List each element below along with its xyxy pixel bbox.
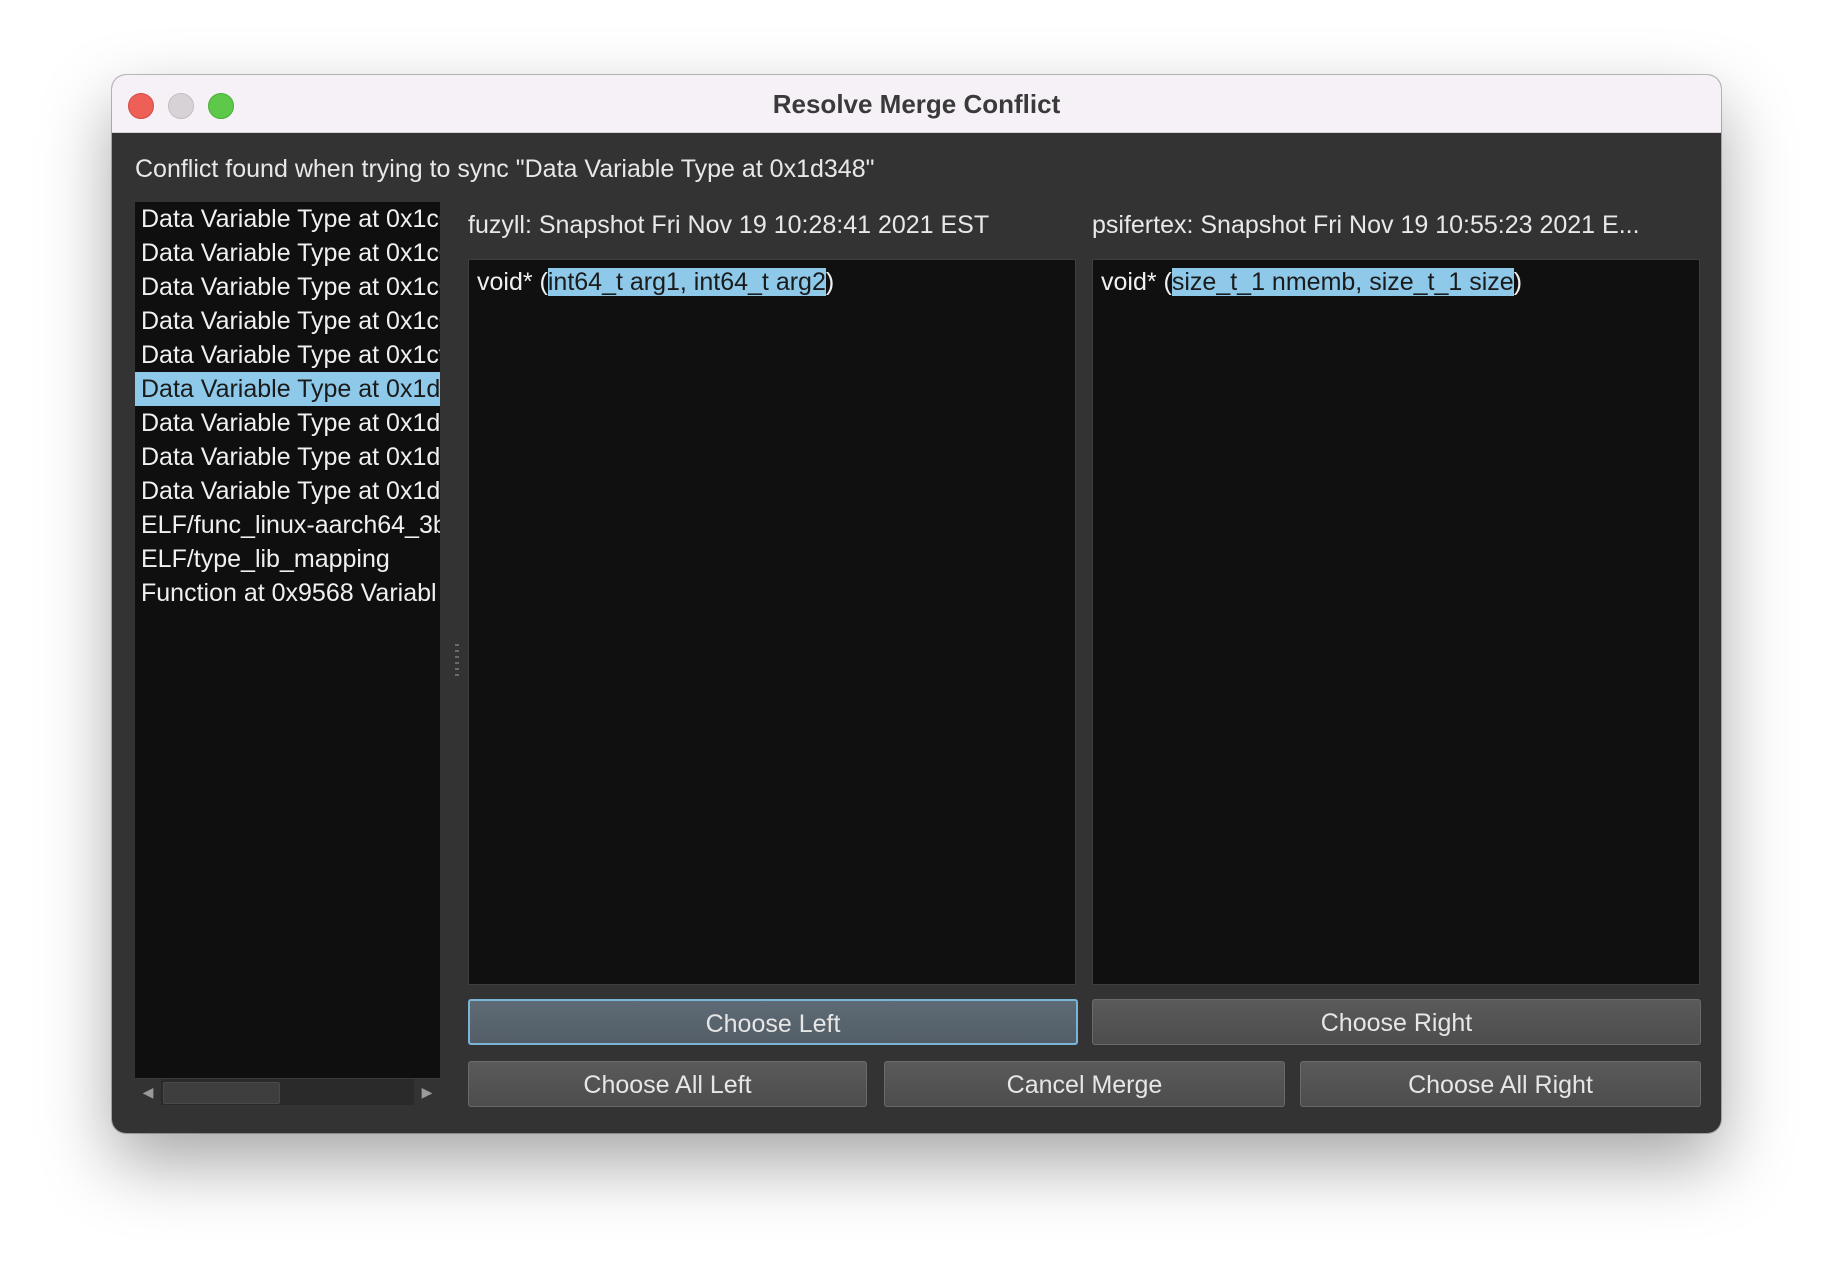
conflict-list-item[interactable]: Data Variable Type at 0x1c0 [135,270,440,304]
right-code-pane[interactable]: void* (size_t_1 nmemb, size_t_1 size) [1092,259,1700,985]
conflict-list-item[interactable]: Function at 0x9568 Variabl [135,576,440,610]
conflict-list-item[interactable]: Data Variable Type at 0x1c0 [135,202,440,236]
right-code-suffix: ) [1513,268,1523,296]
right-code-line[interactable]: void* (size_t_1 nmemb, size_t_1 size) [1101,268,1522,297]
right-pane-label: psifertex: Snapshot Fri Nov 19 10:55:23 … [1092,211,1640,239]
left-code-line[interactable]: void* (int64_t arg1, int64_t arg2) [477,268,834,297]
conflict-list-item[interactable]: Data Variable Type at 0x1d [135,406,440,440]
conflict-list[interactable]: Data Variable Type at 0x1c0 Data Variable… [135,202,440,1105]
conflict-list-item[interactable]: Data Variable Type at 0x1d [135,474,440,508]
right-code-prefix: void* ( [1101,268,1172,296]
conflict-list-items: Data Variable Type at 0x1c0 Data Variable… [135,202,440,1080]
merge-conflict-window: Resolve Merge Conflict Conflict found wh… [112,75,1721,1133]
conflict-list-item[interactable]: Data Variable Type at 0x1c0 [135,236,440,270]
conflict-list-item[interactable]: Data Variable Type at 0x1cf [135,338,440,372]
left-code-suffix: ) [825,268,835,296]
choose-right-button[interactable]: Choose Right [1092,999,1701,1045]
splitter-handle-icon[interactable] [454,640,460,680]
left-code-prefix: void* ( [477,268,548,296]
left-pane-label: fuzyll: Snapshot Fri Nov 19 10:28:41 202… [468,211,990,239]
scroll-left-arrow-icon[interactable]: ◀ [135,1079,161,1105]
right-code-highlight: size_t_1 nmemb, size_t_1 size [1171,268,1514,296]
conflict-list-item[interactable]: ELF/type_lib_mapping [135,542,440,576]
scroll-right-arrow-icon[interactable]: ▶ [414,1079,440,1105]
conflict-list-item[interactable]: Data Variable Type at 0x1d [135,372,440,406]
conflict-list-item[interactable]: Data Variable Type at 0x1d [135,440,440,474]
choose-all-right-button[interactable]: Choose All Right [1300,1061,1701,1107]
conflict-message: Conflict found when trying to sync "Data… [135,155,875,183]
conflict-list-item[interactable]: ELF/func_linux-aarch64_3b [135,508,440,542]
choose-all-left-button[interactable]: Choose All Left [468,1061,867,1107]
choose-left-button[interactable]: Choose Left [468,999,1078,1045]
window-title: Resolve Merge Conflict [772,89,1061,119]
left-code-highlight: int64_t arg1, int64_t arg2 [547,268,826,296]
horizontal-scrollbar[interactable]: ◀ ▶ [135,1078,440,1105]
cancel-merge-button[interactable]: Cancel Merge [884,1061,1285,1107]
title-bar[interactable]: Resolve Merge Conflict [112,75,1721,133]
conflict-list-item[interactable]: Data Variable Type at 0x1c0 [135,304,440,338]
left-code-pane[interactable]: void* (int64_t arg1, int64_t arg2) [468,259,1076,985]
scroll-thumb[interactable] [163,1082,280,1104]
